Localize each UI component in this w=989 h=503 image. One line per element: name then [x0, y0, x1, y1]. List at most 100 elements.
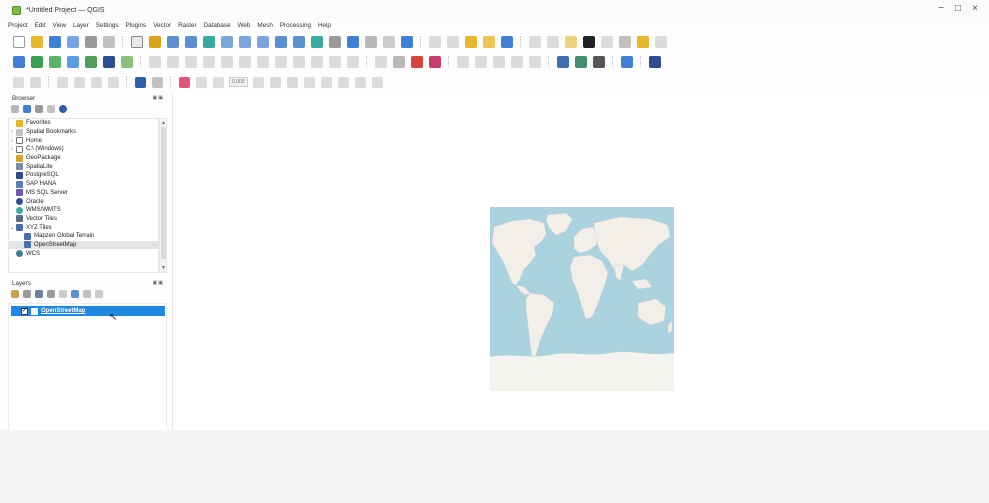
tracing-icon[interactable] — [30, 76, 41, 88]
panel-float-close-icon[interactable]: ▣▣ — [153, 280, 164, 286]
new-map-view-icon[interactable] — [311, 36, 323, 48]
metasearch-icon[interactable] — [649, 56, 661, 68]
spin-icon[interactable] — [252, 76, 264, 88]
move-feature-icon[interactable] — [239, 56, 251, 68]
filter-icon[interactable] — [35, 105, 43, 113]
select-by-value-icon[interactable] — [465, 36, 477, 48]
menu-layer[interactable]: Layer — [73, 22, 89, 29]
help-info-icon[interactable] — [135, 76, 146, 88]
zoom-native-icon[interactable] — [257, 36, 269, 48]
refresh-icon[interactable] — [401, 36, 413, 48]
python-console-icon[interactable] — [621, 56, 633, 68]
geometry-checker-icon[interactable] — [57, 76, 68, 88]
menu-web[interactable]: Web — [238, 22, 251, 29]
add-delimited-text-icon[interactable] — [121, 56, 133, 68]
zoom-out-icon[interactable] — [185, 36, 197, 48]
measure-icon[interactable] — [601, 36, 613, 48]
plugin-icon[interactable] — [593, 56, 605, 68]
annotation-text-icon[interactable] — [619, 36, 631, 48]
label-buffer-icon[interactable] — [286, 76, 298, 88]
menu-help[interactable]: Help — [318, 22, 331, 29]
new-project-icon[interactable] — [13, 36, 25, 48]
browser-item-sap-hana[interactable]: SAP HANA — [9, 180, 158, 189]
copy-features-icon[interactable] — [293, 56, 305, 68]
browser-item-drive-c[interactable]: › C:\ (Windows) — [9, 145, 158, 154]
browser-item-spatialite[interactable]: SpatiaLite — [9, 162, 158, 171]
browser-item-vector-tiles[interactable]: Vector Tiles — [9, 215, 158, 224]
add-group-icon[interactable] — [23, 290, 31, 298]
map-tips-icon[interactable] — [637, 36, 649, 48]
show-bookmarks-icon[interactable] — [365, 36, 377, 48]
digitize-icon[interactable] — [167, 56, 179, 68]
change-diagram-icon[interactable] — [529, 56, 541, 68]
bookmark-new-icon[interactable] — [347, 36, 359, 48]
tree-expander[interactable]: ⌄ — [9, 225, 15, 231]
zoom-to-layer-icon[interactable] — [239, 36, 251, 48]
print-layout-icon[interactable] — [85, 36, 97, 48]
maximize-button[interactable]: □ — [951, 3, 965, 14]
rotate-label-icon[interactable] — [475, 56, 487, 68]
pin-labels-icon[interactable] — [393, 56, 405, 68]
label-placement-icon[interactable] — [337, 76, 349, 88]
browser-item-geopackage[interactable]: GeoPackage — [9, 154, 158, 163]
data-source-manager-icon[interactable] — [13, 56, 25, 68]
field-calculator-icon[interactable] — [529, 36, 541, 48]
menu-raster[interactable]: Raster — [178, 22, 197, 29]
scrollbar-thumb[interactable] — [161, 127, 166, 259]
pencil-edit-icon[interactable] — [149, 56, 161, 68]
close-button[interactable]: × — [968, 3, 982, 14]
offset-curve-icon[interactable] — [108, 76, 119, 88]
scroll-up-icon[interactable]: ▲ — [161, 120, 166, 126]
new-3d-view-icon[interactable] — [329, 36, 341, 48]
add-vector-layer-icon[interactable] — [49, 56, 61, 68]
menu-vector[interactable]: Vector — [153, 22, 171, 29]
tree-expander[interactable]: › — [9, 129, 15, 135]
annotation-tool-icon[interactable] — [152, 76, 163, 88]
remove-layer-icon[interactable] — [95, 290, 103, 298]
menu-plugins[interactable]: Plugins — [126, 22, 147, 29]
label-style-icon[interactable] — [196, 76, 207, 88]
browser-scrollbar[interactable]: ▲ ▼ — [159, 118, 167, 273]
select-features-icon[interactable] — [447, 36, 459, 48]
collapse-all-icon[interactable] — [83, 290, 91, 298]
browser-item-xyz-tiles[interactable]: ⌄ XYZ Tiles — [9, 223, 158, 232]
pan-hand-icon[interactable] — [131, 36, 143, 48]
zoom-scale-icon[interactable] — [655, 36, 667, 48]
add-mesh-layer-icon[interactable] — [103, 56, 115, 68]
add-selected-layers-icon[interactable] — [11, 105, 19, 113]
style-manager-icon[interactable] — [103, 36, 115, 48]
new-layer-icon[interactable] — [31, 56, 43, 68]
label-abc-icon[interactable] — [179, 76, 190, 88]
zoom-in-magnifier-icon[interactable] — [557, 56, 569, 68]
zoom-full-icon[interactable] — [203, 36, 215, 48]
menu-processing[interactable]: Processing — [280, 22, 311, 29]
label-background-icon[interactable] — [320, 76, 332, 88]
label-tool-icon[interactable] — [375, 56, 387, 68]
cut-features-icon[interactable] — [275, 56, 287, 68]
zoom-next-icon[interactable] — [293, 36, 305, 48]
redo-icon[interactable] — [347, 56, 359, 68]
menu-mesh[interactable]: Mesh — [257, 22, 272, 29]
label-callout-icon[interactable] — [371, 76, 383, 88]
move-label-icon[interactable] — [457, 56, 469, 68]
change-label-icon[interactable] — [493, 56, 505, 68]
save-edits-icon[interactable] — [185, 56, 197, 68]
browser-item-wcs[interactable]: WCS — [9, 249, 158, 258]
menu-settings[interactable]: Settings — [96, 22, 119, 29]
identify-features-icon[interactable] — [501, 36, 513, 48]
zoom-in-icon[interactable] — [167, 36, 179, 48]
toolbox-gear-icon[interactable] — [565, 36, 577, 48]
paste-features-icon[interactable] — [311, 56, 323, 68]
expand-all-icon[interactable] — [71, 290, 79, 298]
browser-item-oracle[interactable]: Oracle — [9, 197, 158, 206]
layer-row-openstreetmap[interactable]: ✓ OpenStreetMap — [11, 306, 165, 316]
browser-item-favorites[interactable]: Favorites — [9, 119, 158, 128]
move-diagram-icon[interactable] — [511, 56, 523, 68]
deselect-all-icon[interactable] — [483, 36, 495, 48]
layer-styling-icon[interactable] — [11, 290, 19, 298]
browser-item-spatial-bookmarks[interactable]: › Spatial Bookmarks — [9, 128, 158, 137]
globe-search-icon[interactable] — [575, 56, 587, 68]
panel-float-close-icon[interactable]: ▣▣ — [153, 95, 164, 101]
layer-visibility-checkbox[interactable]: ✓ — [21, 307, 28, 315]
undo-icon[interactable] — [329, 56, 341, 68]
